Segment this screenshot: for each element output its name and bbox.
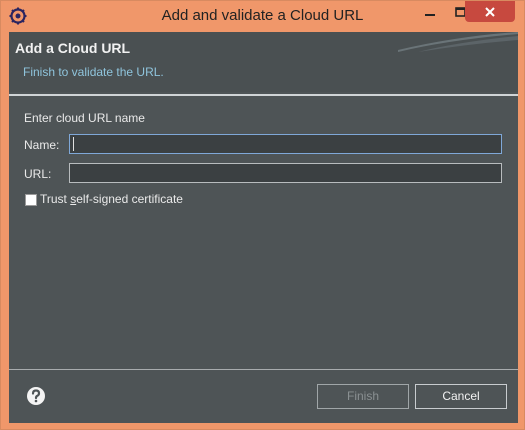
text-cursor	[73, 137, 74, 151]
help-question-icon[interactable]	[26, 386, 46, 406]
trust-certificate-label[interactable]: Trust self-signed certificate	[40, 192, 183, 206]
title-bar[interactable]: Add and validate a Cloud URL	[1, 1, 524, 31]
footer-separator	[9, 369, 518, 370]
url-input[interactable]	[69, 163, 502, 183]
minimize-icon	[425, 14, 435, 16]
group-label: Enter cloud URL name	[24, 111, 145, 125]
close-button[interactable]	[465, 1, 515, 22]
wizard-title: Add a Cloud URL	[15, 40, 131, 56]
trust-certificate-checkbox[interactable]	[25, 194, 37, 206]
maximize-icon	[454, 7, 466, 17]
cancel-button[interactable]: Cancel	[415, 384, 507, 409]
finish-button[interactable]: Finish	[317, 384, 409, 409]
dialog-window: Add and validate a Cloud URL Add a Cloud…	[0, 0, 525, 430]
name-label: Name:	[24, 138, 60, 152]
trust-label-rest: elf-signed certificate	[76, 192, 183, 206]
url-label: URL:	[24, 167, 52, 181]
trust-label-prefix: Trust	[40, 192, 71, 206]
close-icon	[485, 6, 495, 17]
header-banner-decoration	[398, 32, 518, 52]
wizard-message: Finish to validate the URL.	[23, 65, 164, 79]
minimize-button[interactable]	[417, 1, 443, 23]
wizard-header: Add a Cloud URL Finish to validate the U…	[9, 32, 518, 92]
name-input[interactable]	[69, 134, 502, 154]
header-separator	[9, 94, 518, 96]
dialog-client-area: Add a Cloud URL Finish to validate the U…	[9, 32, 518, 423]
window-title: Add and validate a Cloud URL	[161, 7, 364, 24]
